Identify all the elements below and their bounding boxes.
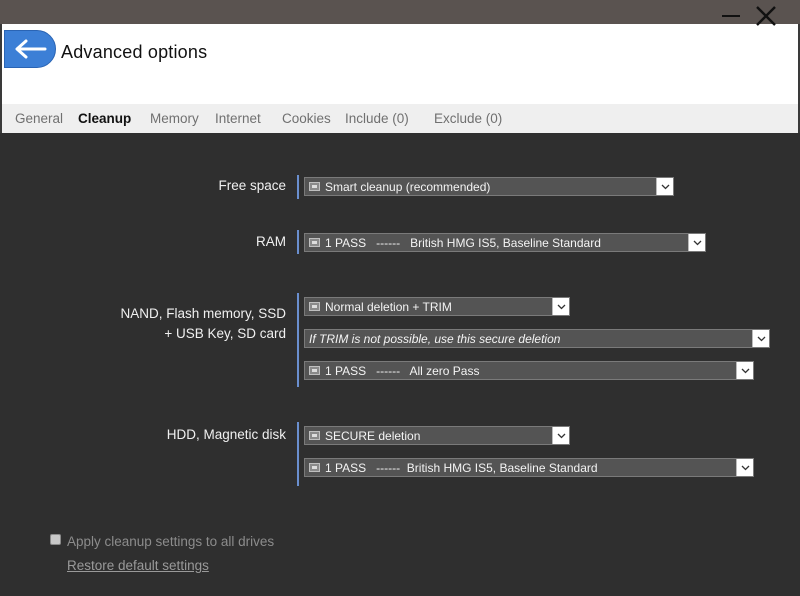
nand-fallback-select[interactable]: If TRIM is not possible, use this secure… bbox=[304, 329, 770, 348]
ram-select[interactable]: 1 PASS ------ British HMG IS5, Baseline … bbox=[304, 233, 706, 252]
restore-defaults-link[interactable]: Restore default settings bbox=[67, 558, 209, 573]
hdd-pass-value: 1 PASS ------ British HMG IS5, Baseline … bbox=[325, 460, 598, 475]
tab-cleanup[interactable]: Cleanup bbox=[78, 111, 131, 126]
ram-label: RAM bbox=[256, 234, 286, 249]
free-space-label: Free space bbox=[218, 178, 286, 193]
drive-icon bbox=[309, 182, 320, 191]
window-titlebar bbox=[0, 0, 800, 24]
apply-all-drives-checkbox[interactable] bbox=[50, 534, 61, 545]
page-title: Advanced options bbox=[61, 42, 208, 62]
nand-label-line1: NAND, Flash memory, SSD bbox=[120, 306, 286, 321]
close-button[interactable] bbox=[754, 4, 778, 28]
ram-section-bar bbox=[297, 230, 299, 254]
chevron-down-icon[interactable] bbox=[552, 298, 569, 315]
chevron-down-icon[interactable] bbox=[688, 234, 705, 251]
advanced-options-window: Advanced options General Cleanup Memory … bbox=[0, 0, 800, 596]
tab-exclude[interactable]: Exclude (0) bbox=[434, 111, 502, 126]
nand-label-line2: + USB Key, SD card bbox=[164, 326, 286, 341]
drive-icon bbox=[309, 302, 320, 311]
nand-section-bar bbox=[297, 293, 299, 387]
tab-internet[interactable]: Internet bbox=[215, 111, 261, 126]
free-space-section-bar bbox=[297, 175, 299, 199]
ram-select-value: 1 PASS ------ British HMG IS5, Baseline … bbox=[325, 235, 601, 250]
nand-method-value: Normal deletion + TRIM bbox=[325, 299, 452, 314]
drive-icon bbox=[309, 463, 320, 472]
nand-pass-value: 1 PASS ------ All zero Pass bbox=[325, 363, 480, 378]
tab-memory[interactable]: Memory bbox=[150, 111, 199, 126]
arrow-left-icon bbox=[15, 39, 47, 59]
drive-icon bbox=[309, 431, 320, 440]
tab-include[interactable]: Include (0) bbox=[345, 111, 409, 126]
free-space-select[interactable]: Smart cleanup (recommended) bbox=[304, 177, 674, 196]
nand-pass-select[interactable]: 1 PASS ------ All zero Pass bbox=[304, 361, 754, 380]
tab-general[interactable]: General bbox=[15, 111, 63, 126]
chevron-down-icon[interactable] bbox=[752, 330, 769, 347]
chevron-down-icon[interactable] bbox=[552, 427, 569, 444]
minimize-button[interactable] bbox=[722, 14, 742, 18]
chevron-down-icon[interactable] bbox=[736, 362, 753, 379]
tab-bar: General Cleanup Memory Internet Cookies … bbox=[0, 104, 800, 133]
minimize-icon bbox=[722, 14, 740, 18]
close-icon bbox=[756, 6, 776, 26]
free-space-select-value: Smart cleanup (recommended) bbox=[325, 179, 491, 194]
hdd-pass-select[interactable]: 1 PASS ------ British HMG IS5, Baseline … bbox=[304, 458, 754, 477]
drive-icon bbox=[309, 366, 320, 375]
hdd-method-select[interactable]: SECURE deletion bbox=[304, 426, 570, 445]
hdd-section-bar bbox=[297, 422, 299, 486]
nand-fallback-value: If TRIM is not possible, use this secure… bbox=[309, 331, 561, 346]
tab-cookies[interactable]: Cookies bbox=[282, 111, 331, 126]
chevron-down-icon[interactable] bbox=[656, 178, 673, 195]
drive-icon bbox=[309, 238, 320, 247]
header bbox=[0, 24, 800, 104]
hdd-label: HDD, Magnetic disk bbox=[166, 427, 286, 442]
chevron-down-icon[interactable] bbox=[736, 459, 753, 476]
nand-method-select[interactable]: Normal deletion + TRIM bbox=[304, 297, 570, 316]
back-button[interactable] bbox=[4, 30, 56, 68]
apply-all-drives-label: Apply cleanup settings to all drives bbox=[67, 534, 275, 549]
hdd-method-value: SECURE deletion bbox=[325, 428, 421, 443]
